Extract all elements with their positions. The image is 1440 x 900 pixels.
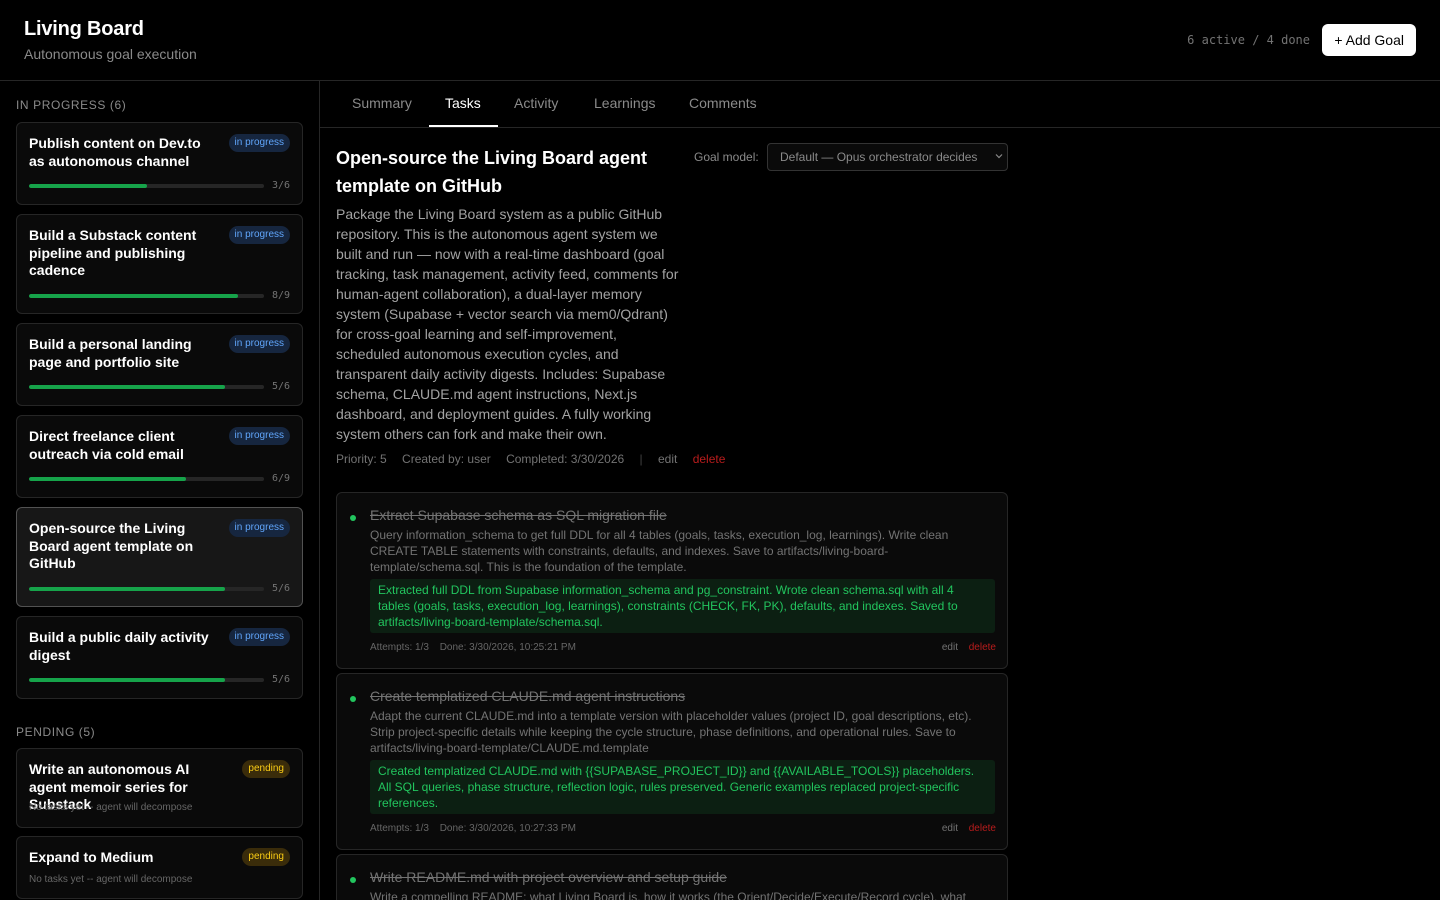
- task-count: 5/6: [271, 674, 290, 685]
- goal-model-label: Goal model:: [694, 150, 759, 164]
- progress-bar-fill: [29, 184, 147, 188]
- goal-card[interactable]: Direct freelance client outreach via col…: [16, 415, 303, 498]
- goal-card-title: Build a Substack content pipeline and pu…: [29, 227, 197, 279]
- status-badge: in progress: [228, 226, 290, 244]
- goal-description: Package the Living Board system as a pub…: [336, 206, 679, 442]
- add-goal-button[interactable]: + Add Goal: [1322, 24, 1416, 56]
- task-edit-link[interactable]: edit: [942, 823, 958, 834]
- task-description: Query information_schema to get full DDL…: [370, 528, 949, 574]
- done-status-dot: [350, 515, 356, 521]
- tab-activity[interactable]: Activity: [514, 95, 558, 111]
- status-badge: in progress: [228, 134, 290, 152]
- progress-bar: [29, 385, 264, 389]
- meta-separator: |: [639, 452, 643, 466]
- task-result: Created templatized CLAUDE.md with {{SUP…: [370, 760, 995, 814]
- task-attempts: Attempts: 1/3: [370, 642, 429, 653]
- task-title: Write README.md with project overview an…: [370, 869, 727, 885]
- tab-tasks[interactable]: Tasks: [445, 95, 481, 111]
- status-badge: pending: [242, 848, 290, 866]
- done-status-dot: [350, 877, 356, 883]
- in-progress-section-label: IN PROGRESS (6): [16, 98, 127, 112]
- progress-bar: [29, 678, 264, 682]
- status-badge: in progress: [228, 427, 290, 445]
- goal-card-title: Build a personal landing page and portfo…: [29, 336, 192, 370]
- task-attempts: Attempts: 1/3: [370, 823, 429, 834]
- task-count: 6/9: [271, 473, 290, 484]
- goal-card[interactable]: Build a personal landing page and portfo…: [16, 323, 303, 406]
- chevron-down-icon: [995, 154, 1003, 159]
- task-count: 3/6: [271, 180, 290, 191]
- tab-learnings[interactable]: Learnings: [594, 95, 656, 111]
- goal-card-title: Publish content on Dev.to as autonomous …: [29, 135, 201, 169]
- goal-card-title: Expand to Medium: [29, 849, 154, 865]
- progress-bar: [29, 294, 264, 298]
- goal-card[interactable]: Publish content on Dev.to as autonomous …: [16, 122, 303, 205]
- goal-sidebar: IN PROGRESS (6) Publish content on Dev.t…: [0, 81, 320, 900]
- task-count: 5/6: [271, 381, 290, 392]
- active-tab-indicator: [429, 125, 498, 127]
- progress-bar: [29, 587, 264, 591]
- progress-bar-fill: [29, 385, 225, 389]
- progress-bar: [29, 184, 264, 188]
- progress-bar: [29, 477, 264, 481]
- app-subtitle: Autonomous goal execution: [24, 46, 197, 62]
- goal-card[interactable]: Write an autonomous AI agent memoir seri…: [16, 748, 303, 828]
- task-meta: Attempts: 1/3 Done: 3/30/2026, 10:25:21 …: [370, 642, 584, 653]
- status-badge: in progress: [228, 628, 290, 646]
- goal-completed: Completed: 3/30/2026: [506, 452, 625, 466]
- task-delete-link[interactable]: delete: [969, 823, 996, 834]
- task-count: 5/6: [271, 583, 290, 594]
- task-result: Extracted full DDL from Supabase informa…: [370, 579, 995, 633]
- task-description: Adapt the current CLAUDE.md into a templ…: [370, 709, 972, 755]
- task-done-time: Done: 3/30/2026, 10:25:21 PM: [439, 642, 576, 653]
- goal-card[interactable]: Build a public daily activity digest in …: [16, 616, 303, 699]
- goal-model-select[interactable]: Default — Opus orchestrator decides: [767, 143, 1008, 171]
- progress-bar-fill: [29, 678, 225, 682]
- goal-card-title: Build a public daily activity digest: [29, 629, 209, 663]
- task-edit-link[interactable]: edit: [942, 642, 958, 653]
- task-title: Extract Supabase schema as SQL migration…: [370, 507, 667, 523]
- task-card[interactable]: Extract Supabase schema as SQL migration…: [336, 492, 1008, 669]
- goal-card[interactable]: Build a Substack content pipeline and pu…: [16, 214, 303, 314]
- goal-counts: 6 active / 4 done: [1187, 33, 1310, 47]
- pending-section-label: PENDING (5): [16, 725, 96, 739]
- app-title: Living Board: [24, 18, 144, 40]
- tab-summary[interactable]: Summary: [352, 95, 412, 111]
- task-title: Create templatized CLAUDE.md agent instr…: [370, 688, 686, 704]
- goal-delete-link[interactable]: delete: [693, 452, 726, 466]
- progress-bar-fill: [29, 294, 238, 298]
- no-tasks-note: No tasks yet -- agent will decompose: [29, 874, 193, 885]
- task-card[interactable]: Create templatized CLAUDE.md agent instr…: [336, 673, 1008, 850]
- goal-model-value: Default — Opus orchestrator decides: [780, 150, 978, 164]
- task-actions: edit delete: [942, 823, 996, 834]
- goal-edit-link[interactable]: edit: [658, 452, 677, 466]
- task-delete-link[interactable]: delete: [969, 642, 996, 653]
- goal-title: Open-source the Living Board agent templ…: [336, 148, 648, 196]
- status-badge: in progress: [228, 519, 290, 537]
- goal-priority: Priority: 5: [336, 452, 387, 466]
- goal-meta: Priority: 5 Created by: user Completed: …: [336, 452, 737, 466]
- tab-comments[interactable]: Comments: [689, 95, 757, 111]
- goal-detail-panel: Summary Tasks Activity Learnings Comment…: [320, 81, 1440, 900]
- task-description: Write a compelling README: what Living B…: [370, 890, 967, 900]
- goal-card-title: Open-source the Living Board agent templ…: [29, 520, 194, 572]
- goal-card[interactable]: Expand to Medium pending No tasks yet --…: [16, 836, 303, 899]
- progress-bar-fill: [29, 587, 225, 591]
- task-meta: Attempts: 1/3 Done: 3/30/2026, 10:27:33 …: [370, 823, 584, 834]
- status-badge: in progress: [228, 335, 290, 353]
- no-tasks-note: No tasks yet -- agent will decompose: [29, 802, 193, 813]
- app-header: Living Board Autonomous goal execution 6…: [0, 0, 1440, 81]
- task-count: 8/9: [271, 290, 290, 301]
- task-actions: edit delete: [942, 642, 996, 653]
- done-status-dot: [350, 696, 356, 702]
- task-card[interactable]: Write README.md with project overview an…: [336, 854, 1008, 900]
- goal-card-title: Direct freelance client outreach via col…: [29, 428, 184, 462]
- goal-card-selected[interactable]: Open-source the Living Board agent templ…: [16, 507, 303, 607]
- task-done-time: Done: 3/30/2026, 10:27:33 PM: [439, 823, 576, 834]
- status-badge: pending: [242, 760, 290, 778]
- tab-bar: Summary Tasks Activity Learnings Comment…: [320, 81, 1440, 128]
- progress-bar-fill: [29, 477, 186, 481]
- goal-created-by: Created by: user: [402, 452, 491, 466]
